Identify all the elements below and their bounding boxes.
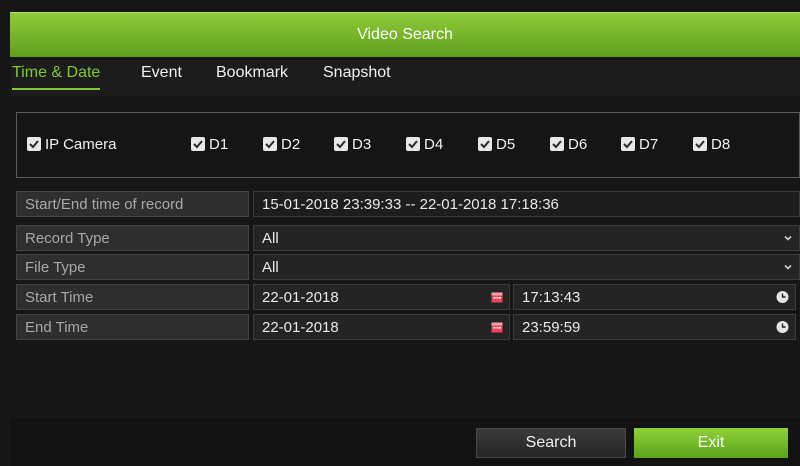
checkbox-d1[interactable]: D1 <box>191 133 228 155</box>
record-type-row: Record Type All <box>16 225 800 251</box>
end-time-value: 23:59:59 <box>522 318 581 336</box>
record-range-value: 15-01-2018 23:39:33 -- 22-01-2018 17:18:… <box>253 191 800 217</box>
camera-selection-panel: IP Camera D1 D2 D3 D4 D5 D6 D7 D8 <box>16 112 800 178</box>
checkbox-label: D7 <box>639 135 659 153</box>
checkbox-d5[interactable]: D5 <box>478 133 515 155</box>
checkbox-checked-icon <box>478 137 492 151</box>
checkbox-d3[interactable]: D3 <box>334 133 371 155</box>
checkbox-d7[interactable]: D7 <box>621 133 658 155</box>
checkbox-d8[interactable]: D8 <box>693 133 730 155</box>
end-date-value: 22-01-2018 <box>262 318 339 336</box>
end-time-field[interactable]: 23:59:59 <box>513 314 796 340</box>
tab-bookmark[interactable]: Bookmark <box>216 64 288 90</box>
calendar-icon[interactable] <box>491 321 503 333</box>
end-time-label: End Time <box>16 314 249 340</box>
checkbox-ip-camera[interactable]: IP Camera <box>27 133 116 155</box>
checkbox-label: D1 <box>209 135 229 153</box>
checkbox-label: D5 <box>496 135 516 153</box>
start-time-value: 17:13:43 <box>522 288 581 306</box>
record-type-dropdown[interactable]: All <box>253 225 800 251</box>
checkbox-label: D4 <box>424 135 444 153</box>
start-time-row: Start Time 22-01-2018 17:13:43 <box>16 284 800 310</box>
file-type-label: File Type <box>16 254 249 280</box>
checkbox-checked-icon <box>406 137 420 151</box>
checkbox-label: D6 <box>568 135 588 153</box>
start-date-field[interactable]: 22-01-2018 <box>253 284 510 310</box>
exit-button[interactable]: Exit <box>634 428 788 458</box>
checkbox-label: D8 <box>711 135 731 153</box>
calendar-icon[interactable] <box>491 291 503 303</box>
checkbox-checked-icon <box>693 137 707 151</box>
record-range-row: Start/End time of record 15-01-2018 23:3… <box>16 191 800 217</box>
tab-event[interactable]: Event <box>141 64 182 90</box>
checkbox-checked-icon <box>191 137 205 151</box>
checkbox-checked-icon <box>27 137 41 151</box>
record-type-label: Record Type <box>16 225 249 251</box>
end-date-field[interactable]: 22-01-2018 <box>253 314 510 340</box>
checkbox-checked-icon <box>263 137 277 151</box>
tab-snapshot[interactable]: Snapshot <box>323 64 391 90</box>
start-time-field[interactable]: 17:13:43 <box>513 284 796 310</box>
chevron-down-icon <box>784 235 792 241</box>
window-title-bar: Video Search <box>10 12 800 57</box>
chevron-down-icon <box>784 264 792 270</box>
checkbox-checked-icon <box>621 137 635 151</box>
search-button[interactable]: Search <box>476 428 626 458</box>
tab-bar: Time & Date Event Bookmark Snapshot <box>10 60 800 96</box>
record-range-label: Start/End time of record <box>16 191 249 217</box>
checkbox-label: D2 <box>281 135 301 153</box>
checkbox-checked-icon <box>334 137 348 151</box>
checkbox-label: D3 <box>352 135 372 153</box>
button-bar: Search Exit <box>10 418 800 466</box>
clock-icon[interactable] <box>776 291 789 304</box>
start-time-label: Start Time <box>16 284 249 310</box>
clock-icon[interactable] <box>776 321 789 334</box>
video-search-window: Video Search Time & Date Event Bookmark … <box>0 0 800 466</box>
checkbox-d2[interactable]: D2 <box>263 133 300 155</box>
file-type-dropdown[interactable]: All <box>253 254 800 280</box>
record-type-value: All <box>262 229 279 247</box>
window-title: Video Search <box>357 26 453 43</box>
checkbox-d6[interactable]: D6 <box>550 133 587 155</box>
file-type-row: File Type All <box>16 254 800 280</box>
tab-time-date[interactable]: Time & Date <box>12 64 101 90</box>
end-time-row: End Time 22-01-2018 23:59:59 <box>16 314 800 340</box>
start-date-value: 22-01-2018 <box>262 288 339 306</box>
file-type-value: All <box>262 258 279 276</box>
checkbox-d4[interactable]: D4 <box>406 133 443 155</box>
checkbox-label: IP Camera <box>45 135 117 153</box>
checkbox-checked-icon <box>550 137 564 151</box>
